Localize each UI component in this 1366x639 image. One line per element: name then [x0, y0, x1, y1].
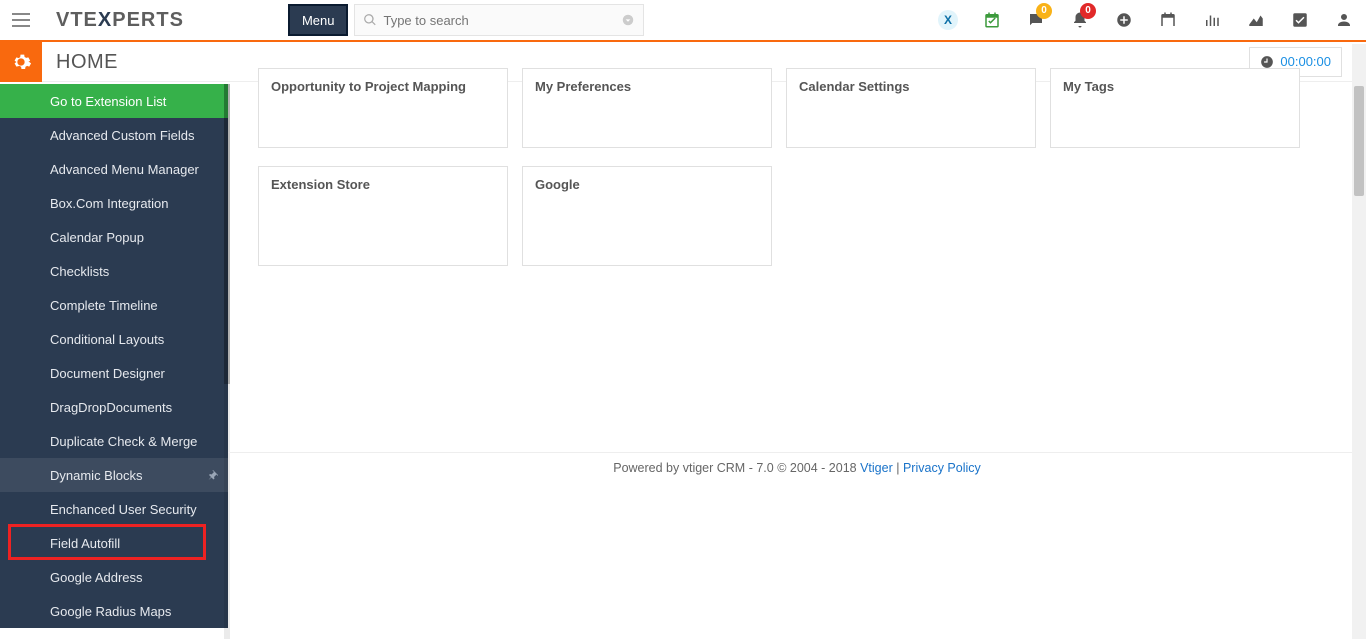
hamburger-menu[interactable]	[0, 0, 42, 41]
sidebar-item-dynamic-blocks[interactable]: Dynamic Blocks	[0, 458, 228, 492]
timer-value: 00:00:00	[1280, 54, 1331, 69]
add-icon[interactable]	[1102, 0, 1146, 41]
sidebar-item-field-autofill[interactable]: Field Autofill	[0, 526, 228, 560]
sidebar-item-google-address[interactable]: Google Address	[0, 560, 228, 594]
sidebar-item-advanced-custom-fields[interactable]: Advanced Custom Fields	[0, 118, 228, 152]
sidebar-item-calendar-popup[interactable]: Calendar Popup	[0, 220, 228, 254]
bar-chart-icon[interactable]	[1190, 0, 1234, 41]
page-title: HOME	[56, 52, 118, 72]
search-icon	[363, 13, 377, 27]
sidebar-item-dragdrop-documents[interactable]: DragDropDocuments	[0, 390, 228, 424]
search-input[interactable]	[383, 13, 615, 28]
page-scrollbar[interactable]	[1352, 44, 1366, 639]
card-my-tags[interactable]: My Tags	[1050, 68, 1300, 148]
bell-badge: 0	[1080, 3, 1096, 19]
sidebar-item-duplicate-check[interactable]: Duplicate Check & Merge	[0, 424, 228, 458]
sidebar-scrollbar[interactable]	[224, 84, 230, 639]
card-google[interactable]: Google	[522, 166, 772, 266]
calendar-check-icon[interactable]	[970, 0, 1014, 41]
bell-icon[interactable]: 0	[1058, 0, 1102, 41]
calendar-icon[interactable]	[1146, 0, 1190, 41]
card-my-preferences[interactable]: My Preferences	[522, 68, 772, 148]
sidebar-item-box-integration[interactable]: Box.Com Integration	[0, 186, 228, 220]
sidebar-item-google-radius-maps[interactable]: Google Radius Maps	[0, 594, 228, 628]
footer-privacy-link[interactable]: Privacy Policy	[903, 461, 981, 475]
pin-icon	[206, 469, 218, 481]
sidebar-item-extension-list[interactable]: Go to Extension List	[0, 84, 228, 118]
sidebar-item-enhanced-security[interactable]: Enchanced User Security	[0, 492, 228, 526]
checkbox-icon[interactable]	[1278, 0, 1322, 41]
footer-brand-link[interactable]: Vtiger	[860, 461, 893, 475]
settings-gear-button[interactable]	[0, 42, 42, 82]
area-chart-icon[interactable]	[1234, 0, 1278, 41]
sidebar-item-conditional-layouts[interactable]: Conditional Layouts	[0, 322, 228, 356]
chevron-down-icon[interactable]	[621, 13, 635, 27]
chat-icon[interactable]: 0	[1014, 0, 1058, 41]
card-calendar-settings[interactable]: Calendar Settings	[786, 68, 1036, 148]
sidebar-item-complete-timeline[interactable]: Complete Timeline	[0, 288, 228, 322]
gear-icon	[10, 51, 32, 73]
chat-badge: 0	[1036, 3, 1052, 19]
footer: Powered by vtiger CRM - 7.0 © 2004 - 201…	[228, 452, 1366, 475]
logo: VTEXPERTS	[42, 10, 198, 30]
sidebar-item-advanced-menu-manager[interactable]: Advanced Menu Manager	[0, 152, 228, 186]
content-area: Opportunity to Project Mapping My Prefer…	[258, 68, 1344, 284]
clock-icon	[1260, 55, 1274, 69]
sidebar-item-document-designer[interactable]: Document Designer	[0, 356, 228, 390]
card-extension-store[interactable]: Extension Store	[258, 166, 508, 266]
menu-button[interactable]: Menu	[288, 4, 349, 36]
sidebar: Go to Extension List Advanced Custom Fie…	[0, 84, 228, 628]
user-icon[interactable]	[1322, 0, 1366, 41]
sidebar-item-checklists[interactable]: Checklists	[0, 254, 228, 288]
brand-bubble-icon[interactable]: X	[926, 0, 970, 41]
search-box[interactable]	[354, 4, 644, 36]
card-opportunity-mapping[interactable]: Opportunity to Project Mapping	[258, 68, 508, 148]
